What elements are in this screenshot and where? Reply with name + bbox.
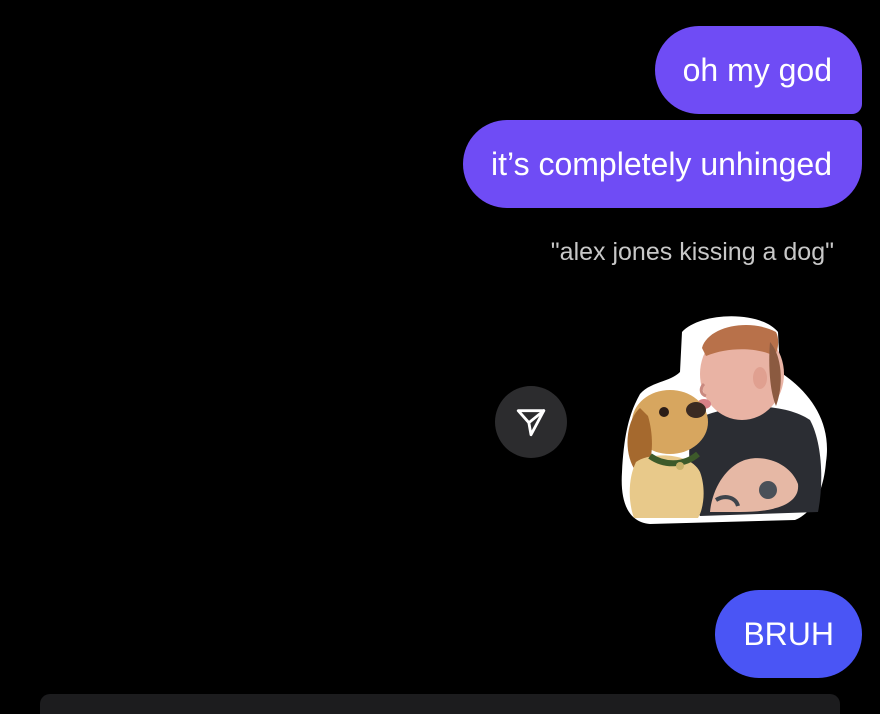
- message-text: it’s completely unhinged: [491, 146, 832, 182]
- message-composer[interactable]: [40, 694, 840, 714]
- share-sticker-button[interactable]: [495, 386, 567, 458]
- ai-generated-sticker-image[interactable]: [620, 312, 830, 528]
- sticker-caption: "alex jones kissing a dog": [550, 238, 834, 266]
- message-bubble-completely-unhinged[interactable]: it’s completely unhinged: [463, 120, 862, 208]
- message-bubble-oh-my-god[interactable]: oh my god: [654, 26, 862, 114]
- send-paper-plane-icon: [516, 409, 546, 437]
- message-text: oh my god: [682, 52, 832, 88]
- message-bubble-bruh[interactable]: BRUH: [715, 590, 862, 678]
- message-text: BRUH: [743, 616, 834, 652]
